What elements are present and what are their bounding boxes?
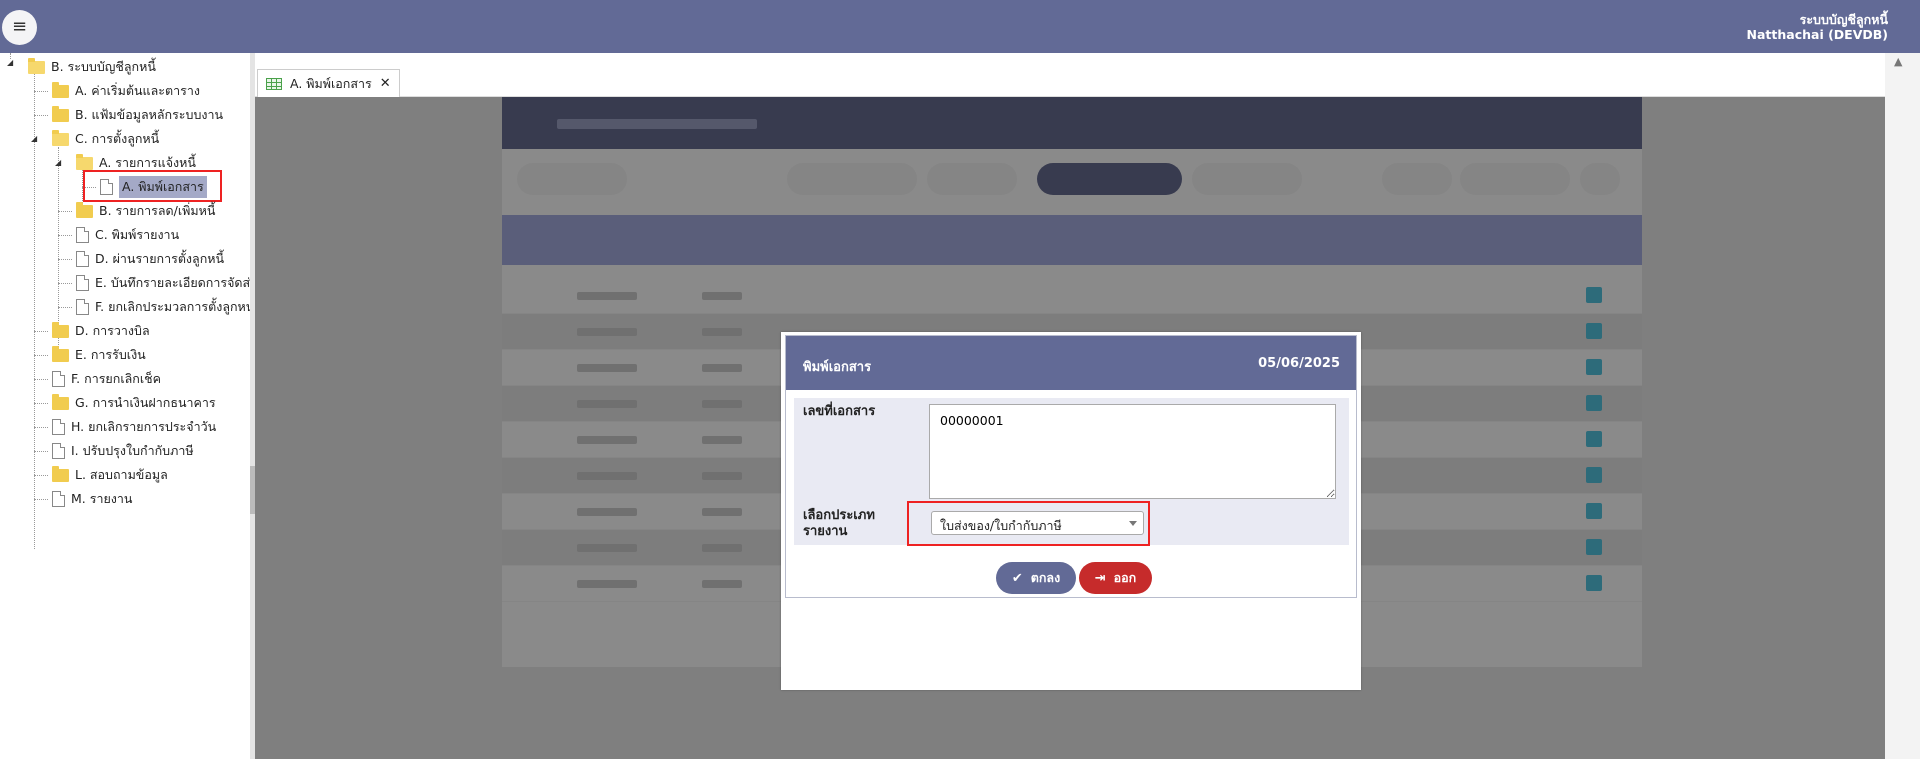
dialog-date: 05/06/2025 — [1258, 356, 1340, 371]
tree-item-h-cancel-daily[interactable]: H. ยกเลิกรายการประจำวัน — [52, 417, 216, 437]
document-icon — [76, 275, 89, 291]
selection-highlight-box — [83, 170, 222, 202]
tree-line — [58, 259, 72, 260]
document-icon — [76, 227, 89, 243]
dialog-frame: พิมพ์เอกสาร 05/06/2025 เลขที่เอกสาร 0000… — [785, 335, 1357, 598]
tree-item-b-debit-credit[interactable]: B. รายการลด/เพิ่มหนี้ — [76, 201, 215, 221]
exit-button[interactable]: ⇥ ออก — [1079, 562, 1152, 594]
tree-line — [34, 475, 48, 476]
folder-icon — [52, 465, 69, 482]
tree-item-f-cancel-cheque[interactable]: F. การยกเลิกเช็ค — [52, 369, 161, 389]
system-name: ระบบบัญชีลูกหนี้ — [1799, 12, 1888, 27]
document-icon — [52, 419, 65, 435]
folder-icon — [52, 393, 69, 410]
vertical-scrollbar[interactable]: ▲ — [1885, 53, 1920, 759]
tree-item-d-billing[interactable]: D. การวางบิล — [52, 321, 150, 341]
tree-line — [34, 403, 48, 404]
tree-line — [34, 91, 48, 92]
folder-icon — [52, 321, 69, 338]
tree-item-b-master-files[interactable]: B. แฟ้มข้อมูลหลักระบบงาน — [52, 105, 223, 125]
tree-line — [58, 211, 72, 212]
tree-item-root[interactable]: B. ระบบบัญชีลูกหนี้ — [28, 57, 156, 77]
document-icon — [52, 443, 65, 459]
background-panel-header — [502, 97, 1642, 149]
collapse-arrow-icon[interactable]: ◢ — [7, 58, 13, 67]
document-icon — [52, 371, 65, 387]
tree-line — [34, 379, 48, 380]
collapse-arrow-icon[interactable]: ◢ — [55, 158, 61, 167]
ok-button[interactable]: ✔ ตกลง — [996, 562, 1076, 594]
grid-icon — [266, 77, 282, 90]
document-icon — [76, 299, 89, 315]
sign-out-icon: ⇥ — [1094, 570, 1106, 586]
background-toolbar-button — [1580, 163, 1620, 195]
top-header: ≡ ระบบบัญชีลูกหนี้ Natthachai (DEVDB) — [0, 0, 1920, 53]
tree-item-c-setup-debtors[interactable]: C. การตั้งลูกหนี้ — [52, 129, 159, 149]
background-toolbar-button — [1382, 163, 1452, 195]
background-toolbar-button — [787, 163, 917, 195]
tree-line — [58, 307, 72, 308]
tree-item-g-bank-deposit[interactable]: G. การนำเงินฝากธนาคาร — [52, 393, 216, 413]
doc-number-field[interactable]: 00000001 — [929, 404, 1336, 499]
doc-number-label: เลขที่เอกสาร — [803, 404, 876, 419]
dialog-header: พิมพ์เอกสาร 05/06/2025 — [786, 336, 1356, 390]
tree-line — [34, 355, 48, 356]
tree-line — [58, 235, 72, 236]
tree-line — [34, 499, 48, 500]
background-toolbar-button — [1460, 163, 1570, 195]
report-type-label: เลือกประเภท รายงาน — [803, 508, 875, 539]
background-search-box — [517, 163, 627, 195]
sidebar-tree: ◢ B. ระบบบัญชีลูกหนี้ A. ค่าเริ่มต้นและต… — [0, 53, 250, 759]
tree-line — [34, 115, 48, 116]
hamburger-menu-button[interactable]: ≡ — [2, 10, 37, 45]
tree-item-m-reports[interactable]: M. รายงาน — [52, 489, 132, 509]
tree-item-c-print-report[interactable]: C. พิมพ์รายงาน — [76, 225, 179, 245]
tab-label: A. พิมพ์เอกสาร — [290, 75, 372, 91]
background-table-header — [502, 215, 1642, 265]
tree-item-l-inquiry[interactable]: L. สอบถามข้อมูล — [52, 465, 168, 485]
user-name: Natthachai (DEVDB) — [1746, 27, 1888, 42]
document-icon — [52, 491, 65, 507]
folder-icon — [76, 201, 93, 218]
tree-line — [34, 451, 48, 452]
close-icon[interactable]: ✕ — [380, 76, 391, 91]
tree-item-a-defaults[interactable]: A. ค่าเริ่มต้นและตาราง — [52, 81, 200, 101]
dialog-title: พิมพ์เอกสาร — [803, 360, 872, 375]
tree-line — [34, 331, 48, 332]
tree-item-e-delivery-details[interactable]: E. บันทึกรายละเอียดการจัดส่ — [76, 273, 250, 293]
scroll-up-arrow-icon[interactable]: ▲ — [1894, 55, 1902, 68]
tree-item-f-cancel-processing[interactable]: F. ยกเลิกประมวลการตั้งลูกหน่ — [76, 297, 250, 317]
collapse-arrow-icon[interactable]: ◢ — [31, 134, 37, 143]
tree-item-i-adjust-tax-invoice[interactable]: I. ปรับปรุงใบกำกับภาษี — [52, 441, 194, 461]
tree-line — [34, 427, 48, 428]
folder-icon — [52, 81, 69, 98]
folder-open-icon — [28, 57, 45, 74]
tab-print-documents[interactable]: A. พิมพ์เอกสาร ✕ — [257, 69, 400, 97]
user-info: ระบบบัญชีลูกหนี้ Natthachai (DEVDB) — [1747, 12, 1888, 42]
folder-icon — [52, 345, 69, 362]
folder-open-icon — [76, 153, 93, 170]
background-toolbar-button — [1037, 163, 1182, 195]
background-toolbar-button — [927, 163, 1017, 195]
folder-open-icon — [52, 129, 69, 146]
tree-item-d-post-debtors[interactable]: D. ผ่านรายการตั้งลูกหนี้ — [76, 249, 224, 269]
tree-line — [58, 283, 72, 284]
tree-item-e-receive-money[interactable]: E. การรับเงิน — [52, 345, 146, 365]
document-icon — [76, 251, 89, 267]
check-icon: ✔ — [1011, 570, 1023, 586]
tab-bar: A. พิมพ์เอกสาร ✕ — [255, 53, 1885, 97]
select-highlight-box — [907, 501, 1150, 546]
background-toolbar-button — [1192, 163, 1302, 195]
background-table-row — [502, 278, 1642, 314]
folder-icon — [52, 105, 69, 122]
